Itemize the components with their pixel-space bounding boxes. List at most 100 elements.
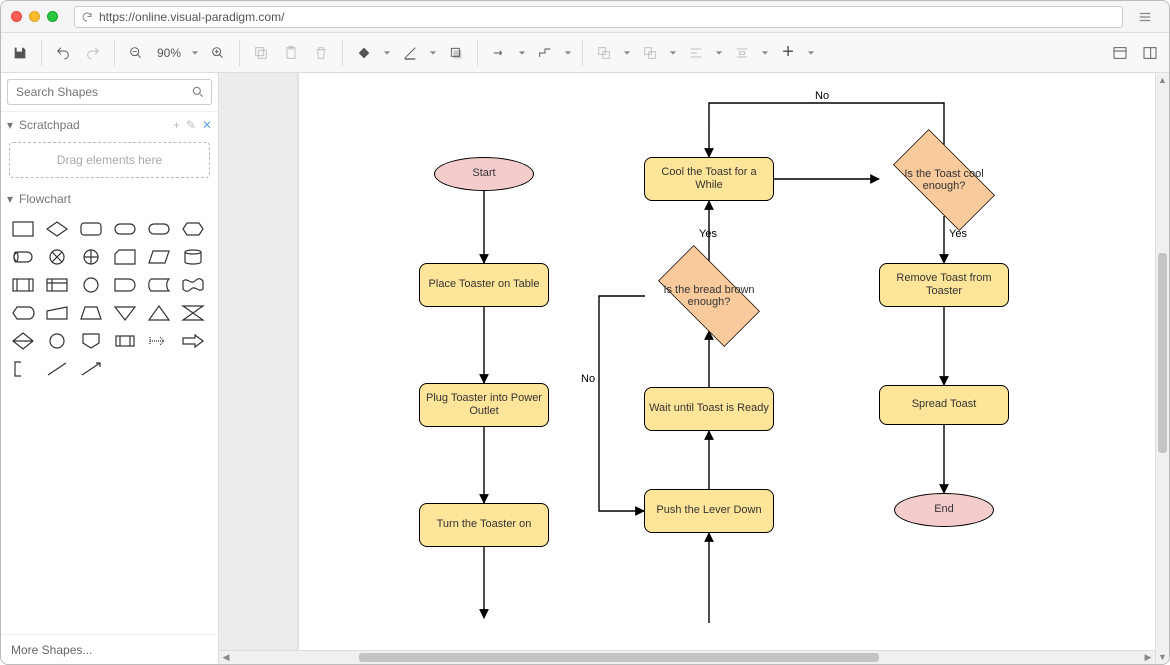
maximize-window-icon[interactable] xyxy=(47,11,58,22)
shape-merge[interactable] xyxy=(111,302,139,324)
zoom-in-button[interactable] xyxy=(205,40,231,66)
fill-color-button[interactable] xyxy=(351,40,377,66)
shape-sort[interactable] xyxy=(9,330,37,352)
waypoint-dropdown[interactable] xyxy=(562,49,574,57)
shape-stored-data[interactable] xyxy=(145,274,173,296)
vscroll-thumb[interactable] xyxy=(1158,253,1167,453)
node-remove-toast[interactable]: Remove Toast from Toaster xyxy=(879,263,1009,307)
shape-parallelogram[interactable] xyxy=(145,246,173,268)
shape-pill[interactable] xyxy=(145,218,173,240)
canvas-scroll[interactable]: Yes No No Yes Start Place Toaster on Tab… xyxy=(219,73,1155,650)
node-turn-on[interactable]: Turn the Toaster on xyxy=(419,503,549,547)
insert-dropdown[interactable] xyxy=(805,49,817,57)
connector-style-button[interactable] xyxy=(486,40,512,66)
zoom-out-button[interactable] xyxy=(123,40,149,66)
redo-button[interactable] xyxy=(80,40,106,66)
more-shapes-button[interactable]: More Shapes... xyxy=(1,634,218,664)
shape-trapezoid[interactable] xyxy=(77,302,105,324)
hscroll-thumb[interactable] xyxy=(359,653,879,662)
to-back-button[interactable] xyxy=(637,40,663,66)
to-front-button[interactable] xyxy=(591,40,617,66)
shadow-button[interactable] xyxy=(443,40,469,66)
shape-line-arrow[interactable] xyxy=(77,358,105,380)
scroll-up-icon[interactable]: ▲ xyxy=(1156,73,1169,87)
shape-rectangle[interactable] xyxy=(9,218,37,240)
shape-cylinder-h[interactable] xyxy=(9,246,37,268)
url-bar[interactable]: https://online.visual-paradigm.com/ xyxy=(74,6,1123,28)
shape-transfer[interactable] xyxy=(145,330,173,352)
shape-display[interactable] xyxy=(9,302,37,324)
scratchpad-dropzone[interactable]: Drag elements here xyxy=(9,142,210,178)
shape-connector[interactable] xyxy=(43,330,71,352)
shape-terminator[interactable] xyxy=(111,218,139,240)
horizontal-scrollbar[interactable]: ◀ ▶ xyxy=(219,650,1155,664)
node-end[interactable]: End xyxy=(894,493,994,527)
shape-card[interactable] xyxy=(111,246,139,268)
close-window-icon[interactable] xyxy=(11,11,22,22)
node-plug-toaster[interactable]: Plug Toaster into Power Outlet xyxy=(419,383,549,427)
shape-hexagon[interactable] xyxy=(179,218,207,240)
scroll-down-icon[interactable]: ▼ xyxy=(1156,650,1169,664)
shape-tape[interactable] xyxy=(179,274,207,296)
zoom-dropdown[interactable] xyxy=(189,49,201,57)
shape-extract[interactable] xyxy=(145,302,173,324)
scratchpad-add-icon[interactable]: + xyxy=(173,118,180,132)
align-dropdown[interactable] xyxy=(713,49,725,57)
reload-icon[interactable] xyxy=(81,11,93,23)
shape-predefined-process[interactable] xyxy=(9,274,37,296)
scratchpad-close-icon[interactable]: ✕ xyxy=(202,118,212,132)
scroll-left-icon[interactable]: ◀ xyxy=(219,651,233,664)
shape-diamond[interactable] xyxy=(43,218,71,240)
shape-line[interactable] xyxy=(43,358,71,380)
shape-offpage-connector[interactable] xyxy=(77,330,105,352)
minimize-window-icon[interactable] xyxy=(29,11,40,22)
distribute-button[interactable] xyxy=(729,40,755,66)
vertical-scrollbar[interactable]: ▲ ▼ xyxy=(1155,73,1169,664)
shape-manual-input[interactable] xyxy=(43,302,71,324)
distribute-dropdown[interactable] xyxy=(759,49,771,57)
node-cool-toast[interactable]: Cool the Toast for a While xyxy=(644,157,774,201)
node-wait-ready[interactable]: Wait until Toast is Ready xyxy=(644,387,774,431)
shape-internal-storage[interactable] xyxy=(43,274,71,296)
to-front-dropdown[interactable] xyxy=(621,49,633,57)
node-spread-toast[interactable]: Spread Toast xyxy=(879,385,1009,425)
scratchpad-header[interactable]: ▾ Scratchpad + ✎ ✕ xyxy=(1,112,218,138)
search-shapes-field[interactable] xyxy=(14,84,191,100)
shape-circle[interactable] xyxy=(77,274,105,296)
save-button[interactable] xyxy=(7,40,33,66)
insert-button[interactable]: + xyxy=(775,40,801,66)
shape-loop-limit[interactable] xyxy=(111,330,139,352)
node-bread-brown[interactable]: Is the bread brown enough? xyxy=(644,261,774,331)
format-panel-toggle[interactable] xyxy=(1107,40,1133,66)
menu-button[interactable] xyxy=(1131,6,1159,28)
scroll-right-icon[interactable]: ▶ xyxy=(1141,651,1155,664)
fill-color-dropdown[interactable] xyxy=(381,49,393,57)
undo-button[interactable] xyxy=(50,40,76,66)
shape-circle-plus[interactable] xyxy=(77,246,105,268)
zoom-level[interactable]: 90% xyxy=(153,46,185,60)
shape-rounded-rect[interactable] xyxy=(77,218,105,240)
shape-collate[interactable] xyxy=(179,302,207,324)
flowchart-header[interactable]: ▾ Flowchart xyxy=(1,186,218,212)
search-shapes-input[interactable] xyxy=(7,79,212,105)
connector-style-dropdown[interactable] xyxy=(516,49,528,57)
delete-button[interactable] xyxy=(308,40,334,66)
scratchpad-edit-icon[interactable]: ✎ xyxy=(186,118,196,132)
shape-circle-x[interactable] xyxy=(43,246,71,268)
shape-delay[interactable] xyxy=(111,274,139,296)
node-start[interactable]: Start xyxy=(434,157,534,191)
node-push-lever[interactable]: Push the Lever Down xyxy=(644,489,774,533)
shape-annotation[interactable] xyxy=(9,358,37,380)
node-place-toaster[interactable]: Place Toaster on Table xyxy=(419,263,549,307)
line-color-button[interactable] xyxy=(397,40,423,66)
shape-arrow-right[interactable] xyxy=(179,330,207,352)
line-color-dropdown[interactable] xyxy=(427,49,439,57)
align-button[interactable] xyxy=(683,40,709,66)
to-back-dropdown[interactable] xyxy=(667,49,679,57)
shape-cylinder-v[interactable] xyxy=(179,246,207,268)
copy-button[interactable] xyxy=(248,40,274,66)
diagram-page[interactable]: Yes No No Yes Start Place Toaster on Tab… xyxy=(299,73,1155,650)
outline-panel-toggle[interactable] xyxy=(1137,40,1163,66)
node-toast-cool[interactable]: Is the Toast cool enough? xyxy=(879,145,1009,215)
waypoint-button[interactable] xyxy=(532,40,558,66)
